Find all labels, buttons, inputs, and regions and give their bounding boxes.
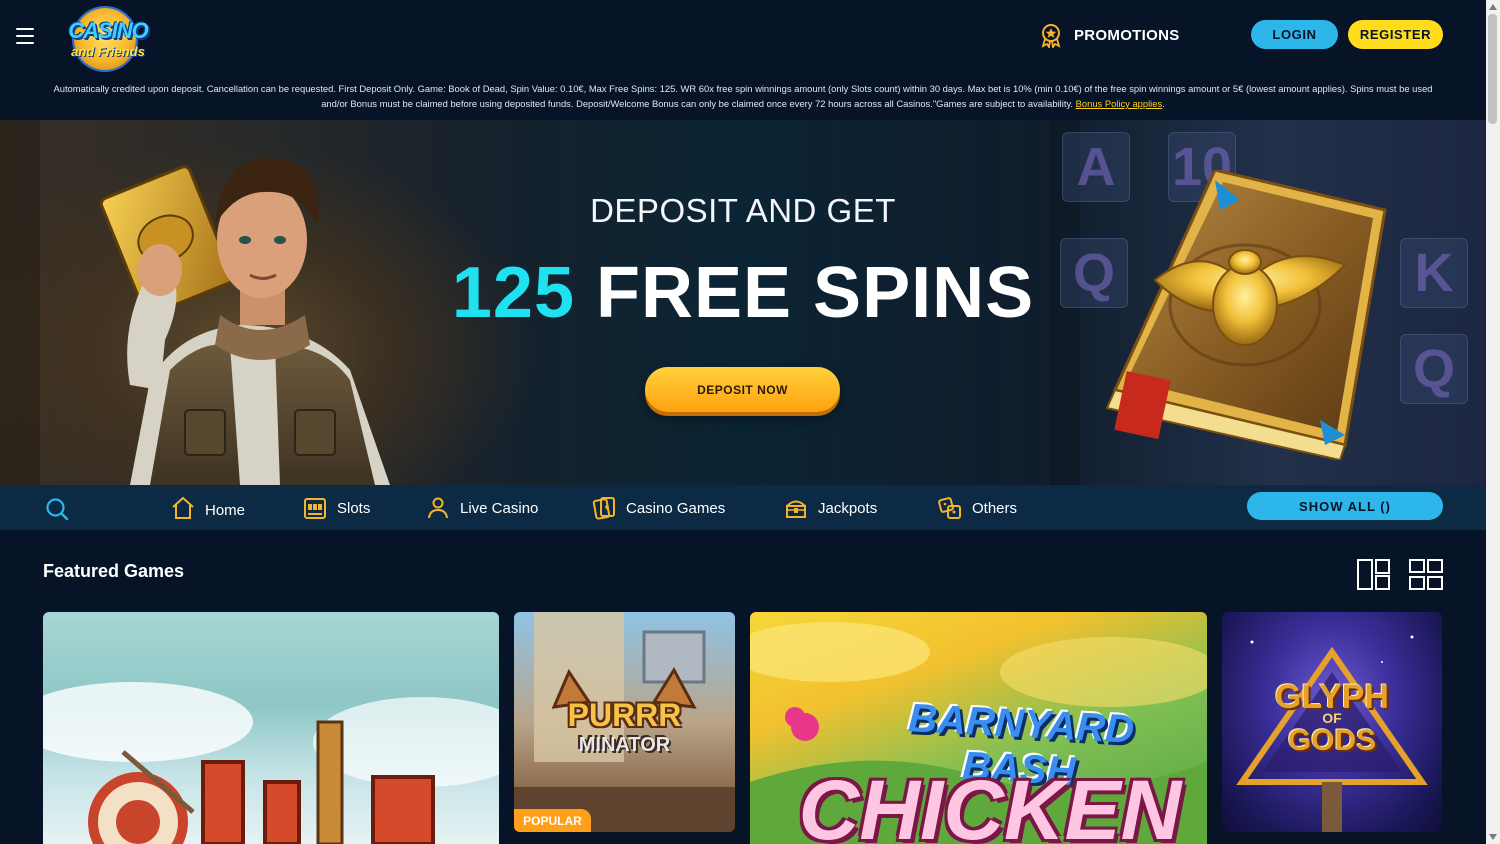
game-title-sub: CHICKEN bbox=[798, 763, 1182, 844]
scrollbar-track[interactable] bbox=[1486, 0, 1500, 844]
person-icon bbox=[428, 497, 448, 519]
game-card[interactable] bbox=[43, 612, 499, 844]
dice-icon bbox=[938, 497, 961, 519]
promotions-link[interactable]: PROMOTIONS bbox=[1038, 22, 1180, 48]
nav-item-slots[interactable]: Slots bbox=[303, 494, 370, 522]
section-title: Featured Games bbox=[43, 561, 185, 581]
game-title-sub: MINATOR bbox=[578, 734, 671, 756]
login-button[interactable]: LOGIN bbox=[1251, 20, 1338, 49]
show-all-button[interactable]: SHOW ALL () bbox=[1247, 492, 1443, 520]
nav-item-label: Slots bbox=[337, 499, 371, 517]
promotions-label: PROMOTIONS bbox=[1074, 26, 1180, 44]
layout-grid-icon[interactable] bbox=[1409, 559, 1443, 590]
scroll-up-arrow-icon[interactable] bbox=[1487, 2, 1499, 12]
site-header: CASINO and Friends PROMOTIONS LOGIN REGI… bbox=[0, 0, 1486, 120]
nav-item-home[interactable]: Home bbox=[171, 494, 245, 522]
hero-subtitle: DEPOSIT AND GET bbox=[590, 192, 896, 229]
game-card[interactable]: BARNYARD BASH CHICKEN bbox=[750, 612, 1207, 844]
bonus-policy-link[interactable]: Bonus Policy applies bbox=[1076, 98, 1163, 109]
slot-machine-icon bbox=[304, 498, 326, 519]
scroll-down-arrow-icon[interactable] bbox=[1487, 832, 1499, 842]
logo-text-bottom: and Friends bbox=[71, 44, 145, 59]
hero-spin-count: 125 bbox=[451, 253, 575, 333]
hero-title-text: FREE SPINS bbox=[596, 253, 1035, 333]
treasure-icon bbox=[786, 500, 806, 518]
logo-text-top: CASINO bbox=[68, 18, 149, 43]
nav-item-live-casino[interactable]: Live Casino bbox=[426, 494, 538, 522]
nav-item-label: Live Casino bbox=[460, 499, 539, 517]
game-title: GLYPH bbox=[1274, 678, 1389, 716]
game-card[interactable]: GLYPH OF GODS bbox=[1222, 612, 1442, 832]
game-title: PURRR bbox=[567, 697, 682, 733]
bonus-terms-text: Automatically credited upon deposit. Can… bbox=[53, 83, 1433, 109]
bonus-terms: Automatically credited upon deposit. Can… bbox=[53, 83, 1433, 109]
nav-item-others[interactable]: Others bbox=[938, 494, 1017, 522]
register-button[interactable]: REGISTER bbox=[1348, 20, 1443, 49]
scrollbar-thumb[interactable] bbox=[1488, 14, 1497, 124]
cards-icon bbox=[592, 497, 615, 520]
game-card[interactable]: PURRR MINATOR bbox=[514, 612, 735, 832]
home-icon bbox=[172, 496, 194, 519]
nav-item-label: Casino Games bbox=[626, 499, 726, 517]
game-thumbnail bbox=[43, 682, 499, 844]
search-icon[interactable] bbox=[45, 497, 69, 521]
site-logo[interactable]: CASINO and Friends bbox=[60, 6, 156, 70]
hero-banner: A 10 Q K Q DEPOSIT AND GET 125 FREE SPIN… bbox=[0, 120, 1486, 485]
award-badge-icon bbox=[1041, 24, 1061, 48]
slot-tile: Q bbox=[1400, 334, 1468, 404]
game-title-sub: GODS bbox=[1287, 724, 1377, 757]
nav-item-jackpots[interactable]: Jackpots bbox=[784, 494, 877, 522]
deposit-now-button[interactable]: DEPOSIT NOW bbox=[645, 367, 840, 412]
nav-item-label: Others bbox=[972, 499, 1018, 517]
nav-item-label: Home bbox=[205, 501, 246, 519]
nav-item-casino-games[interactable]: Casino Games bbox=[592, 494, 725, 522]
nav-item-label: Jackpots bbox=[818, 499, 878, 517]
hamburger-menu-icon[interactable] bbox=[16, 28, 34, 44]
hero-title: 125 FREE SPINS bbox=[0, 252, 1486, 334]
layout-mixed-icon[interactable] bbox=[1357, 559, 1390, 590]
popular-badge: POPULAR bbox=[514, 809, 591, 832]
